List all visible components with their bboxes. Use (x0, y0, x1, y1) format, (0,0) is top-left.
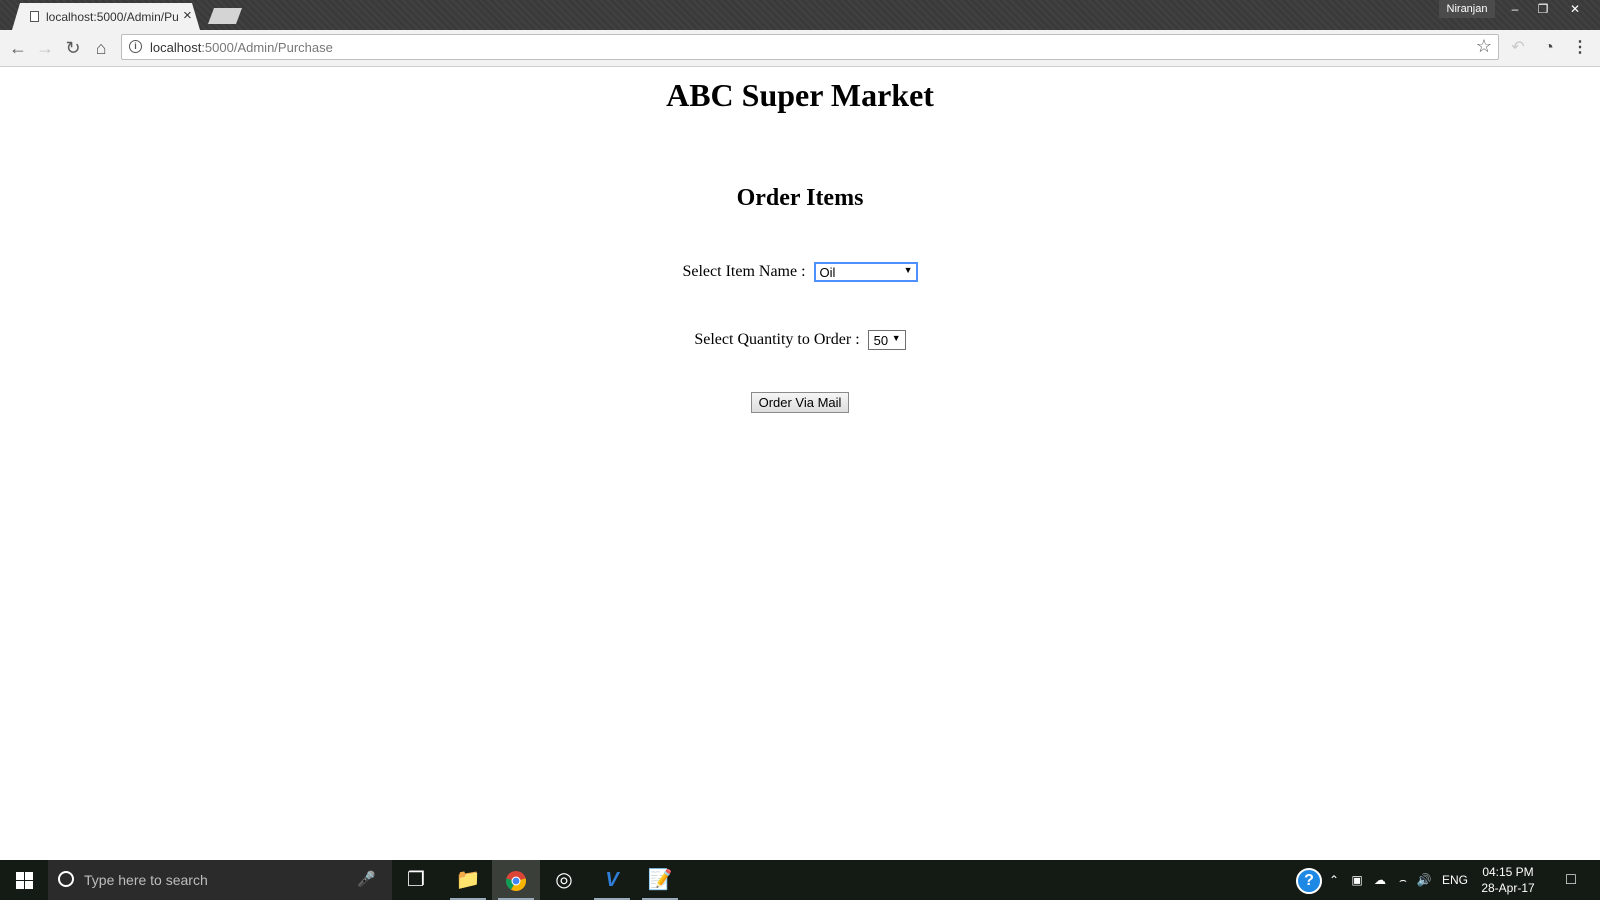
quantity-row: Select Quantity to Order : 50 ▼ (0, 330, 1600, 350)
windows-start-icon[interactable] (0, 860, 48, 900)
restore-icon[interactable]: ❐ (1528, 0, 1558, 18)
close-window-icon[interactable]: ✕ (1560, 0, 1590, 18)
chrome-icon[interactable] (492, 860, 540, 900)
site-title: ABC Super Market (666, 77, 934, 113)
tab-close-icon[interactable]: × (183, 7, 192, 25)
extension-icon[interactable]: ↶ (1508, 38, 1528, 58)
task-view-icon[interactable]: ❐ (392, 860, 440, 900)
star-icon[interactable]: ☆ (1476, 36, 1492, 57)
groove-music-icon[interactable]: ◎ (540, 860, 588, 900)
menu-icon[interactable]: ⋮ (1570, 38, 1590, 58)
onedrive-icon[interactable]: ☁ (1370, 860, 1390, 900)
item-select[interactable]: Oil ▼ (813, 262, 918, 282)
chrome-logo (505, 870, 527, 891)
back-icon[interactable]: ← (6, 36, 30, 60)
clock-time: 04:15 PM (1482, 865, 1534, 879)
start-tile (16, 872, 24, 880)
page-icon (30, 11, 39, 22)
start-tile (16, 881, 24, 889)
section-title: Order Items (736, 185, 864, 211)
reload-icon[interactable]: ↻ (61, 36, 85, 60)
profile-button[interactable]: Niranjan (1439, 0, 1495, 18)
item-label: Select Item Name : (682, 263, 806, 280)
forward-icon[interactable]: → (33, 36, 57, 60)
start-tile (25, 881, 33, 889)
chevron-up-icon[interactable]: ⌃ (1326, 860, 1342, 900)
url-host: localhost (150, 40, 202, 55)
help-icon[interactable]: ? (1294, 860, 1324, 900)
search-placeholder: Type here to search (84, 872, 208, 888)
dropdown-arrow-icon: ▼ (903, 265, 913, 275)
page-content: ABC Super Market Order Items Select Item… (0, 67, 1600, 860)
visual-studio-icon[interactable]: V (588, 860, 636, 900)
url-text: localhost:5000/Admin/Purchase (150, 40, 333, 55)
microphone-icon[interactable]: 🎤 (357, 870, 376, 888)
new-tab-button[interactable] (208, 8, 242, 24)
file-explorer-icon[interactable]: 📁 (444, 860, 492, 900)
action-center-icon[interactable]: □ (1556, 860, 1586, 900)
browser-toolbar: ← → ↻ ⌂ i localhost:5000/Admin/Purchase … (0, 30, 1600, 67)
speed-icon[interactable]: ◔ (1539, 38, 1559, 58)
quantity-select[interactable]: 50 ▼ (867, 330, 906, 350)
browser-titlebar: localhost:5000/Admin/Pu × Niranjan – ❐ ✕ (0, 0, 1600, 30)
item-select-value: Oil (819, 265, 836, 280)
url-path: :5000/Admin/Purchase (201, 40, 333, 55)
dropdown-arrow-icon: ▼ (891, 333, 901, 343)
item-row: Select Item Name : Oil ▼ (0, 262, 1600, 282)
tab-title: localhost:5000/Admin/Pu (46, 10, 179, 24)
quantity-label: Select Quantity to Order : (694, 331, 860, 348)
volume-icon[interactable]: 🔊 (1414, 860, 1434, 900)
paint-icon[interactable]: 📝 (636, 860, 684, 900)
language-indicator[interactable]: ENG (1440, 860, 1470, 900)
wifi-icon[interactable]: ⌢ (1394, 860, 1412, 900)
browser-tab[interactable]: localhost:5000/Admin/Pu × (12, 3, 200, 30)
address-bar[interactable]: i localhost:5000/Admin/Purchase ☆ (121, 34, 1499, 60)
battery-icon[interactable]: ▣ (1348, 860, 1366, 900)
order-via-mail-button[interactable]: Order Via Mail (751, 392, 849, 413)
home-icon[interactable]: ⌂ (89, 36, 113, 60)
start-tile (25, 872, 33, 880)
quantity-select-value: 50 (873, 333, 889, 348)
taskbar-search-box[interactable]: Type here to search 🎤 (48, 860, 392, 900)
info-icon[interactable]: i (129, 40, 142, 53)
clock-date: 28-Apr-17 (1481, 881, 1535, 895)
taskbar: Type here to search 🎤 ❐ 📁 ◎ V 📝 ? ⌃ ▣ ☁ … (0, 860, 1600, 900)
cortana-icon (58, 871, 74, 887)
clock[interactable]: 04:15 PM 28-Apr-17 (1478, 864, 1538, 896)
help-badge: ? (1296, 867, 1322, 894)
minimize-icon[interactable]: – (1500, 0, 1530, 18)
